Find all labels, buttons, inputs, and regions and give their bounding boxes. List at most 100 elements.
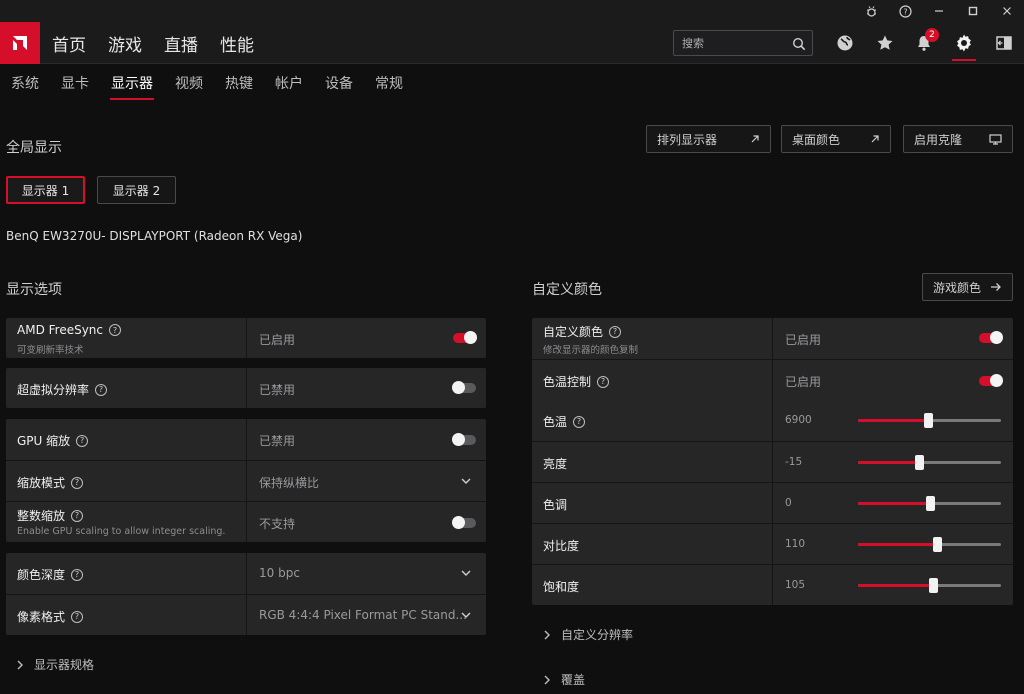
nav-streaming[interactable]: 直播: [164, 31, 198, 56]
tab-display[interactable]: 显示器: [100, 64, 164, 102]
gpu-scaling-toggle[interactable]: [452, 433, 476, 446]
tab-devices[interactable]: 设备: [314, 64, 364, 102]
contrast-slider-thumb[interactable]: [933, 537, 942, 552]
saturation-slider-thumb[interactable]: [929, 578, 938, 593]
search-icon[interactable]: [792, 36, 806, 55]
tab-graphics[interactable]: 显卡: [50, 64, 100, 102]
help-icon[interactable]: ?: [76, 434, 89, 447]
pixel-format-row[interactable]: 像素格式 ? RGB 4:4:4 Pixel Format PC Stand..…: [6, 594, 486, 635]
tab-account[interactable]: 帐户: [264, 64, 314, 102]
global-display-title: 全局显示: [6, 140, 62, 156]
pixel-format-value: RGB 4:4:4 Pixel Format PC Stand...: [259, 608, 467, 622]
help-icon[interactable]: ?: [597, 375, 610, 388]
help-icon[interactable]: ?: [71, 476, 84, 489]
search-input[interactable]: [682, 35, 786, 51]
star-icon[interactable]: [874, 32, 896, 54]
contrast-row: 对比度 110: [532, 523, 1013, 564]
color-temp-control-toggle[interactable]: [979, 374, 1003, 387]
custom-color-label-wrap: 自定义颜色 ?: [543, 323, 622, 340]
color-temperature-slider-fill: [858, 419, 928, 422]
saturation-slider[interactable]: [858, 578, 1001, 593]
saturation-row: 饱和度 105: [532, 564, 1013, 605]
custom-color-value: 已启用: [785, 333, 822, 347]
saturation-label: 饱和度: [543, 580, 580, 594]
monitor-icon: [989, 133, 1002, 145]
saturation-slider-fill: [858, 584, 933, 587]
display-specs-expander[interactable]: 显示器规格: [16, 656, 94, 673]
chevron-down-icon[interactable]: [460, 609, 472, 621]
color-temp-control-row: 色温控制 ? 已启用: [532, 359, 1013, 400]
scaling-mode-label-wrap: 缩放模式 ?: [17, 474, 84, 491]
tab-general[interactable]: 常规: [364, 64, 414, 102]
help-icon[interactable]: ?: [71, 509, 84, 522]
monitor-name: BenQ EW3270U- DISPLAYPORT (Radeon RX Veg…: [6, 229, 303, 243]
vsr-label: 超虚拟分辨率: [17, 383, 90, 397]
help-icon[interactable]: ?: [71, 568, 84, 581]
nav-gaming[interactable]: 游戏: [108, 31, 142, 56]
settings-gear-icon[interactable]: [953, 32, 975, 54]
gpu-scaling-value: 已禁用: [259, 434, 296, 448]
contrast-slider[interactable]: [858, 537, 1001, 552]
chevron-down-icon[interactable]: [460, 475, 472, 487]
tab-video[interactable]: 视频: [164, 64, 214, 102]
help-icon[interactable]: ?: [109, 324, 122, 336]
custom-color-toggle[interactable]: [979, 331, 1003, 344]
enable-clone-label: 启用克隆: [914, 132, 963, 147]
maximize-icon[interactable]: [956, 0, 990, 22]
globe-icon[interactable]: [834, 32, 856, 54]
arrow-right-icon: [991, 283, 1001, 291]
display-specs-label: 显示器规格: [34, 658, 95, 672]
brightness-row: 亮度 -15: [532, 441, 1013, 482]
integer-scaling-label: 整数缩放: [17, 509, 66, 523]
help-icon[interactable]: ?: [609, 325, 622, 338]
help-icon[interactable]: ?: [888, 0, 922, 22]
tab-hotkeys[interactable]: 热键: [214, 64, 264, 102]
hue-slider-thumb[interactable]: [926, 496, 935, 511]
freesync-label-wrap: AMD FreeSync ?: [17, 323, 122, 337]
color-temperature-slider-thumb[interactable]: [924, 413, 933, 428]
game-color-label: 游戏颜色: [933, 280, 982, 295]
hue-value: 0: [785, 497, 792, 509]
color-depth-row[interactable]: 颜色深度 ? 10 bpc: [6, 553, 486, 594]
chevron-down-icon[interactable]: [460, 567, 472, 579]
integer-scaling-toggle[interactable]: [452, 516, 476, 529]
custom-color-sublabel: 修改显示器的颜色复制: [543, 345, 639, 356]
help-icon[interactable]: ?: [95, 383, 108, 396]
hue-slider-fill: [858, 502, 930, 505]
enable-clone-button[interactable]: 启用克隆: [903, 125, 1013, 153]
minimize-icon[interactable]: [922, 0, 956, 22]
help-icon[interactable]: ?: [573, 415, 586, 428]
tab-system[interactable]: 系统: [0, 64, 50, 102]
color-format-panel: 颜色深度 ? 10 bpc 像素格式 ? RGB 4:4:4 Pixel For…: [6, 553, 486, 635]
hue-slider[interactable]: [858, 496, 1001, 511]
gpu-scaling-label: GPU 缩放: [17, 434, 71, 448]
notifications-icon[interactable]: 2: [913, 28, 939, 54]
sidebar-toggle-icon[interactable]: [993, 32, 1015, 54]
game-color-button[interactable]: 游戏颜色: [922, 273, 1013, 301]
vsr-toggle[interactable]: [452, 381, 476, 394]
color-temperature-slider[interactable]: [858, 413, 1001, 428]
brightness-slider-thumb[interactable]: [915, 455, 924, 470]
freesync-toggle[interactable]: [453, 331, 477, 344]
desktop-color-button[interactable]: 桌面颜色: [781, 125, 891, 153]
bug-report-icon[interactable]: [854, 0, 888, 22]
display-2-button[interactable]: 显示器 2: [97, 176, 176, 204]
help-icon[interactable]: ?: [71, 610, 84, 623]
nav-home[interactable]: 首页: [52, 31, 86, 56]
arrange-displays-button[interactable]: 排列显示器: [646, 125, 771, 153]
scaling-mode-row[interactable]: 缩放模式 ? 保持纵横比: [6, 460, 486, 501]
vsr-value: 已禁用: [259, 383, 296, 397]
nav-performance[interactable]: 性能: [220, 31, 254, 56]
saturation-label-wrap: 饱和度: [543, 578, 579, 595]
brightness-slider[interactable]: [858, 455, 1001, 470]
custom-resolution-expander[interactable]: 自定义分辨率: [543, 626, 633, 643]
overlay-expander[interactable]: 覆盖: [543, 671, 585, 688]
custom-color-title: 自定义颜色: [532, 282, 602, 298]
display-1-button[interactable]: 显示器 1: [6, 176, 85, 204]
close-icon[interactable]: [990, 0, 1024, 22]
amd-logo-icon[interactable]: [0, 22, 40, 64]
freesync-row: AMD FreeSync ? 可变刷新率技术 已启用: [6, 318, 486, 358]
svg-text:?: ?: [903, 7, 907, 16]
color-depth-label-wrap: 颜色深度 ?: [17, 566, 84, 583]
saturation-value: 105: [785, 579, 806, 591]
